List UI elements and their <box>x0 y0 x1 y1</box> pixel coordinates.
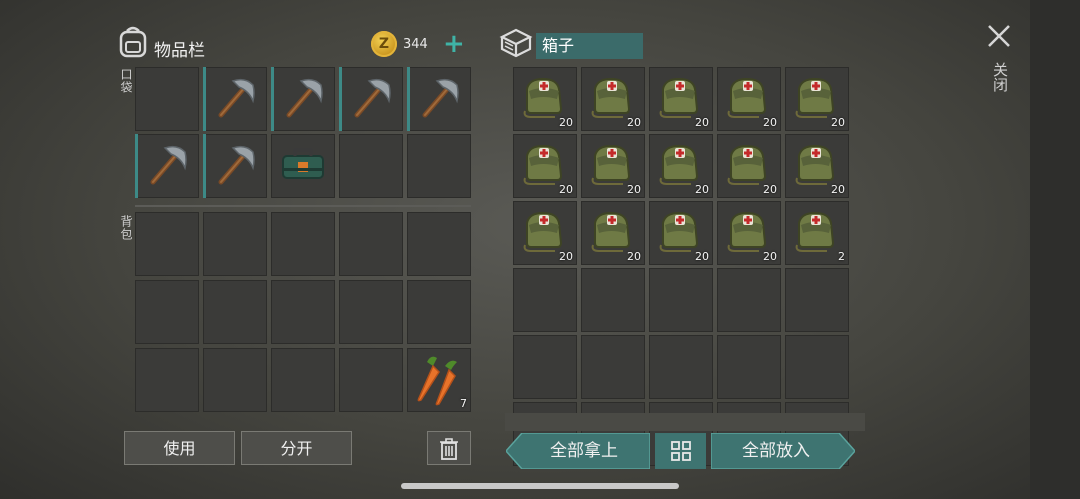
box-slot[interactable] <box>785 268 849 332</box>
item-quantity: 20 <box>695 183 709 196</box>
box-slot[interactable] <box>785 335 849 399</box>
backpack-slot[interactable] <box>339 348 403 412</box>
box-slot[interactable]: 20 <box>717 134 781 198</box>
pickaxe-icon <box>277 71 329 127</box>
item-quantity: 20 <box>559 183 573 196</box>
box-slot[interactable]: 20 <box>513 134 577 198</box>
box-slot[interactable]: 20 <box>581 134 645 198</box>
pocket-label: 口袋 <box>119 68 133 94</box>
backpack-slot[interactable] <box>203 212 267 276</box>
home-indicator[interactable] <box>401 483 679 489</box>
box-slot[interactable]: 20 <box>717 67 781 131</box>
box-slot[interactable]: 20 <box>581 67 645 131</box>
pickaxe-icon <box>141 138 193 194</box>
carrot-icon <box>413 352 465 412</box>
trash-icon <box>440 438 458 460</box>
pickaxe-icon <box>413 71 465 127</box>
backpack-slot[interactable] <box>271 280 335 344</box>
box-grid-mask <box>505 413 865 431</box>
item-quantity: 20 <box>763 250 777 263</box>
box-slot[interactable]: 20 <box>513 201 577 265</box>
box-slot[interactable]: 20 <box>717 201 781 265</box>
pocket-slot[interactable] <box>271 134 335 198</box>
item-quantity: 20 <box>695 116 709 129</box>
pocket-slot[interactable] <box>271 67 335 131</box>
pocket-slot[interactable] <box>339 67 403 131</box>
item-quantity: 20 <box>763 183 777 196</box>
backpack-slot[interactable] <box>203 348 267 412</box>
backpack-slot[interactable] <box>203 280 267 344</box>
item-quantity: 7 <box>460 397 467 410</box>
pocket-slot[interactable] <box>203 67 267 131</box>
item-quantity: 20 <box>695 250 709 263</box>
split-button[interactable]: 分开 <box>241 431 352 465</box>
pickaxe-icon <box>345 71 397 127</box>
item-quantity: 20 <box>763 116 777 129</box>
box-slot[interactable] <box>581 268 645 332</box>
close-icon[interactable] <box>985 22 1013 50</box>
box-slot[interactable]: 20 <box>649 201 713 265</box>
box-slot[interactable] <box>717 268 781 332</box>
item-quantity: 20 <box>627 250 641 263</box>
backpack-slot[interactable] <box>135 348 199 412</box>
pocket-slot[interactable] <box>339 134 403 198</box>
section-divider <box>135 205 471 207</box>
box-slot[interactable]: 20 <box>649 67 713 131</box>
pocket-slot[interactable] <box>135 134 199 198</box>
box-slot[interactable]: 20 <box>785 67 849 131</box>
add-coins-button[interactable]: + <box>443 31 465 57</box>
box-slot[interactable]: 2 <box>785 201 849 265</box>
close-label[interactable]: 关闭 <box>990 62 1011 92</box>
backpack-slot[interactable] <box>339 280 403 344</box>
box-slot[interactable] <box>717 335 781 399</box>
coin-icon: Z <box>371 31 397 57</box>
pocket-slot[interactable] <box>203 134 267 198</box>
put-all-button[interactable]: 全部放入 <box>713 433 839 469</box>
backpack-slot[interactable] <box>339 212 403 276</box>
pickaxe-icon <box>209 71 261 127</box>
backpack-slot[interactable] <box>271 212 335 276</box>
box-icon <box>499 28 533 58</box>
grid-view-button[interactable] <box>655 433 706 469</box>
backpack-slot[interactable] <box>407 212 471 276</box>
box-name-field[interactable]: 箱子 <box>536 33 643 59</box>
item-quantity: 20 <box>831 116 845 129</box>
box-slot[interactable] <box>581 335 645 399</box>
backpack-icon <box>119 26 147 58</box>
item-quantity: 20 <box>559 250 573 263</box>
box-slot[interactable]: 20 <box>581 201 645 265</box>
coin-count: 344 <box>403 37 428 52</box>
backpack-label: 背包 <box>119 215 133 241</box>
backpack-slot[interactable] <box>271 348 335 412</box>
backpack-slot[interactable] <box>407 280 471 344</box>
pocket-slot[interactable] <box>407 67 471 131</box>
take-all-button[interactable]: 全部拿上 <box>522 433 646 469</box>
item-quantity: 20 <box>831 183 845 196</box>
toolbox-icon <box>277 138 329 194</box>
backpack-slot[interactable]: 7 <box>407 348 471 412</box>
use-button[interactable]: 使用 <box>124 431 235 465</box>
box-slot[interactable] <box>513 335 577 399</box>
pickaxe-icon <box>209 138 261 194</box>
box-slot[interactable]: 20 <box>649 134 713 198</box>
item-quantity: 20 <box>559 116 573 129</box>
box-slot[interactable]: 20 <box>785 134 849 198</box>
pocket-slot[interactable] <box>407 134 471 198</box>
medbag-icon <box>791 205 841 259</box>
backpack-slot[interactable] <box>135 212 199 276</box>
trash-button[interactable] <box>427 431 471 465</box>
item-quantity: 20 <box>627 116 641 129</box>
right-panel-strip <box>1030 0 1080 499</box>
box-slot[interactable]: 20 <box>513 67 577 131</box>
item-quantity: 2 <box>838 250 845 263</box>
box-slot[interactable] <box>649 335 713 399</box>
grid-icon <box>670 441 691 461</box>
item-quantity: 20 <box>627 183 641 196</box>
box-slot[interactable] <box>513 268 577 332</box>
box-slot[interactable] <box>649 268 713 332</box>
inventory-title: 物品栏 <box>154 41 205 61</box>
backpack-slot[interactable] <box>135 280 199 344</box>
pocket-slot[interactable] <box>135 67 199 131</box>
